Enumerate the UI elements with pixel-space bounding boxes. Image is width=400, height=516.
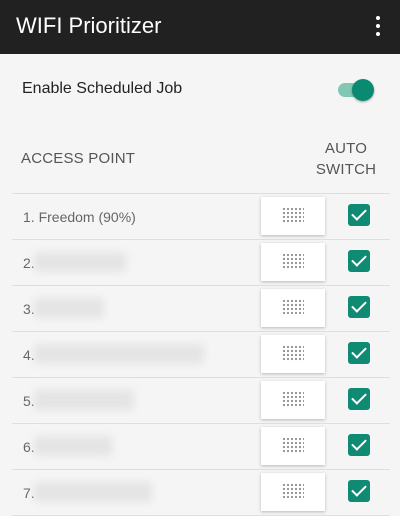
access-point-row[interactable]: 1. Freedom (90%)	[12, 193, 390, 239]
auto-switch-checkbox[interactable]	[348, 480, 370, 502]
auto-switch-checkbox[interactable]	[348, 204, 370, 226]
access-point-row[interactable]: 4.	[12, 331, 390, 377]
drag-handle-icon	[282, 253, 304, 270]
auto-switch-checkbox[interactable]	[348, 342, 370, 364]
column-header-auto-line2: SWITCH	[315, 161, 377, 178]
auto-switch-checkbox[interactable]	[348, 434, 370, 456]
drag-handle-icon	[282, 483, 304, 500]
drag-handle-icon	[282, 207, 304, 224]
app-title: WIFI Prioritizer	[16, 13, 162, 38]
access-point-name: 1. Freedom (90%)	[23, 209, 136, 225]
drag-handle[interactable]	[261, 243, 325, 281]
toggle-thumb	[352, 79, 374, 101]
column-header-auto-line1: AUTO	[324, 140, 368, 157]
drag-handle-icon	[282, 345, 304, 362]
access-point-row[interactable]: 3.	[12, 285, 390, 331]
access-point-name: 4.	[23, 347, 35, 363]
more-vert-icon[interactable]	[366, 12, 390, 42]
drag-handle[interactable]	[261, 381, 325, 419]
column-header-access-point: ACCESS POINT	[21, 150, 136, 167]
access-point-row[interactable]: 7.	[12, 469, 390, 516]
drag-handle-icon	[282, 299, 304, 316]
column-header-auto-switch: AUTO SWITCH	[312, 138, 380, 180]
app-bar: WIFI Prioritizer	[0, 0, 400, 54]
drag-handle[interactable]	[261, 473, 325, 511]
access-point-list: 1. Freedom (90%) 2. 3. 4. 5. 6. 7.	[12, 193, 390, 516]
redacted-ssid	[34, 344, 204, 364]
auto-switch-checkbox[interactable]	[348, 388, 370, 410]
access-point-row[interactable]: 6.	[12, 423, 390, 469]
redacted-ssid	[34, 298, 104, 318]
redacted-ssid	[34, 390, 134, 410]
drag-handle[interactable]	[261, 197, 325, 235]
drag-handle[interactable]	[261, 289, 325, 327]
drag-handle[interactable]	[261, 335, 325, 373]
access-point-name: 3.	[23, 301, 35, 317]
redacted-ssid	[34, 252, 126, 272]
access-point-row[interactable]: 2.	[12, 239, 390, 285]
access-point-row[interactable]: 5.	[12, 377, 390, 423]
access-point-name: 6.	[23, 439, 35, 455]
schedule-toggle[interactable]	[338, 79, 374, 101]
drag-handle-icon	[282, 391, 304, 408]
redacted-ssid	[34, 436, 112, 456]
auto-switch-checkbox[interactable]	[348, 296, 370, 318]
redacted-ssid	[34, 482, 152, 502]
drag-handle[interactable]	[261, 427, 325, 465]
drag-handle-icon	[282, 437, 304, 454]
auto-switch-checkbox[interactable]	[348, 250, 370, 272]
schedule-label: Enable Scheduled Job	[22, 80, 183, 97]
access-point-name: 7.	[23, 485, 35, 501]
access-point-name: 5.	[23, 393, 35, 409]
access-point-name: 2.	[23, 255, 35, 271]
